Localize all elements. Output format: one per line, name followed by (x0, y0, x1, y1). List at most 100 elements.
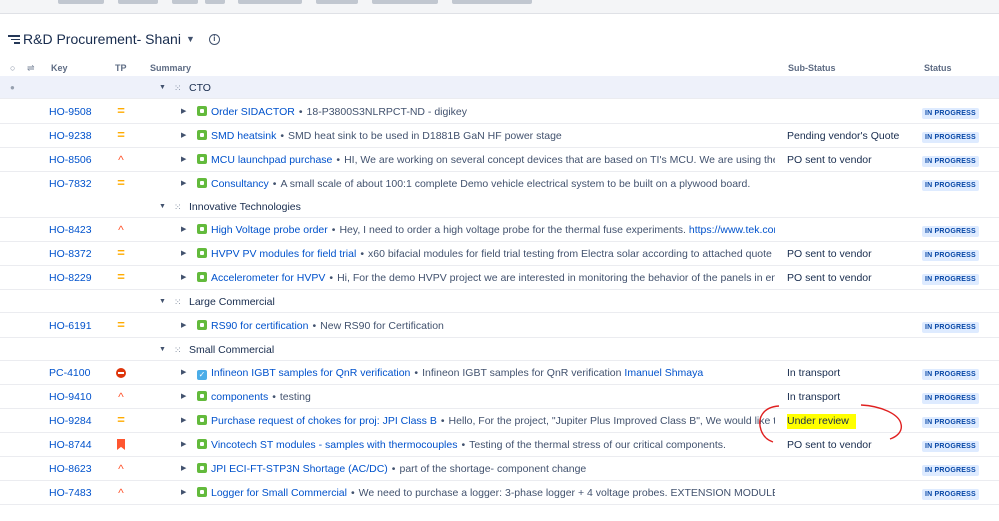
group-row[interactable]: ● ▼ ⁙ CTO (0, 76, 999, 99)
status-badge[interactable]: IN PROGRESS (922, 393, 979, 404)
toolbar-tab[interactable] (58, 0, 104, 4)
status-badge[interactable]: IN PROGRESS (922, 108, 979, 119)
issue-title-link[interactable]: Infineon IGBT samples for QnR verificati… (211, 367, 410, 379)
issue-title-link[interactable]: SMD heatsink (211, 130, 276, 142)
sub-status[interactable] (787, 314, 917, 338)
table-row[interactable]: HO-6191 = ▶ RS90 for certification • New RS90… (0, 314, 999, 338)
issue-key-link[interactable]: HO-9410 (49, 385, 109, 409)
drag-handle-icon[interactable]: ⁙ (174, 76, 184, 100)
column-header-key[interactable]: Key (51, 63, 68, 75)
description-link[interactable]: https://www.tek.com/e (689, 224, 775, 236)
status-badge[interactable]: IN PROGRESS (922, 489, 979, 500)
link-icon[interactable]: ⇌ (27, 63, 35, 74)
row-select-dot[interactable]: ● (10, 76, 16, 100)
group-row[interactable]: ▼ ⁙ Small Commercial (0, 338, 999, 361)
issue-key-link[interactable]: HO-7483 (49, 481, 109, 505)
table-row[interactable]: HO-7483 ^ ▶ Logger for Small Commercial • We … (0, 481, 999, 505)
toolbar-tab[interactable] (205, 0, 225, 4)
status-cell[interactable]: IN PROGRESS (922, 148, 992, 172)
toolbar-tab[interactable] (316, 0, 358, 4)
issue-key-link[interactable]: HO-8744 (49, 433, 109, 457)
status-cell[interactable]: IN PROGRESS (922, 385, 992, 409)
issue-title-link[interactable]: Consultancy (211, 178, 269, 190)
issue-key-link[interactable]: HO-8229 (49, 266, 109, 290)
drag-handle-icon[interactable]: ⁙ (174, 195, 184, 219)
status-badge[interactable]: IN PROGRESS (922, 132, 979, 143)
chevron-right-icon[interactable]: ▶ (181, 361, 189, 385)
sub-status[interactable] (787, 172, 917, 196)
status-cell[interactable]: IN PROGRESS (922, 266, 992, 290)
status-cell[interactable]: IN PROGRESS (922, 100, 992, 124)
status-badge[interactable]: IN PROGRESS (922, 250, 979, 261)
issue-key-link[interactable]: HO-9284 (49, 409, 109, 433)
sub-status[interactable]: Pending vendor's Quote (787, 124, 917, 148)
table-row[interactable]: PC-4100 ▶ ✓ Infineon IGBT samples for QnR v… (0, 361, 999, 385)
issue-key-link[interactable]: HO-8423 (49, 218, 109, 242)
table-row[interactable]: HO-8229 = ▶ Accelerometer for HVPV • Hi, For … (0, 266, 999, 290)
issue-key-link[interactable]: HO-9238 (49, 124, 109, 148)
sub-status[interactable] (787, 457, 917, 481)
sub-status[interactable] (787, 100, 917, 124)
chevron-right-icon[interactable]: ▶ (181, 100, 189, 124)
toolbar-tab[interactable] (172, 0, 198, 4)
issue-title-link[interactable]: components (211, 391, 268, 403)
chevron-right-icon[interactable]: ▶ (181, 409, 189, 433)
issue-key-link[interactable]: HO-6191 (49, 314, 109, 338)
status-badge[interactable]: IN PROGRESS (922, 274, 979, 285)
issue-title-link[interactable]: Logger for Small Commercial (211, 487, 347, 499)
chevron-right-icon[interactable]: ▶ (181, 172, 189, 196)
status-cell[interactable]: IN PROGRESS (922, 172, 992, 196)
chevron-right-icon[interactable]: ▶ (181, 385, 189, 409)
chevron-down-icon[interactable]: ▼ (186, 34, 195, 44)
issue-title-link[interactable]: Order SIDACTOR (211, 106, 295, 118)
chevron-right-icon[interactable]: ▶ (181, 433, 189, 457)
issue-title-link[interactable]: Accelerometer for HVPV (211, 272, 325, 284)
issue-key-link[interactable]: HO-8506 (49, 148, 109, 172)
status-cell[interactable]: IN PROGRESS (922, 481, 992, 505)
status-cell[interactable]: IN PROGRESS (922, 409, 992, 433)
column-header-substatus[interactable]: Sub-Status (788, 63, 836, 75)
sub-status[interactable]: PO sent to vendor (787, 433, 917, 457)
column-header-tp[interactable]: TP (115, 63, 127, 75)
chevron-right-icon[interactable]: ▶ (181, 266, 189, 290)
table-row[interactable]: HO-8423 ^ ▶ High Voltage probe order • Hey, I… (0, 218, 999, 242)
chevron-right-icon[interactable]: ▶ (181, 148, 189, 172)
status-cell[interactable]: IN PROGRESS (922, 457, 992, 481)
status-cell[interactable]: IN PROGRESS (922, 361, 992, 385)
board-title[interactable]: R&D Procurement- Shani (23, 31, 181, 47)
status-badge[interactable]: IN PROGRESS (922, 156, 979, 167)
sub-status[interactable]: In transport (787, 361, 917, 385)
sub-status[interactable]: PO sent to vendor (787, 242, 917, 266)
chevron-down-icon[interactable]: ▼ (159, 76, 169, 100)
issue-key-link[interactable]: HO-9508 (49, 100, 109, 124)
drag-handle-icon[interactable]: ⁙ (174, 290, 184, 314)
sub-status[interactable]: In transport (787, 385, 917, 409)
group-row[interactable]: ▼ ⁙ Large Commercial (0, 290, 999, 313)
issue-key-link[interactable]: HO-8372 (49, 242, 109, 266)
status-badge[interactable]: IN PROGRESS (922, 226, 979, 237)
column-header-summary[interactable]: Summary (150, 63, 191, 75)
table-row[interactable]: HO-9410 ^ ▶ components • testing In transport I… (0, 385, 999, 409)
chevron-right-icon[interactable]: ▶ (181, 124, 189, 148)
issue-title-link[interactable]: Vincotech ST modules - samples with ther… (211, 439, 457, 451)
issue-title-link[interactable]: HVPV PV modules for field trial (211, 248, 356, 260)
status-cell[interactable]: IN PROGRESS (922, 314, 992, 338)
chevron-right-icon[interactable]: ▶ (181, 242, 189, 266)
issue-title-link[interactable]: Purchase request of chokes for proj: JPI… (211, 415, 437, 427)
table-row[interactable]: HO-8506 ^ ▶ MCU launchpad purchase • HI, We a… (0, 148, 999, 172)
status-badge[interactable]: IN PROGRESS (922, 465, 979, 476)
chevron-right-icon[interactable]: ▶ (181, 314, 189, 338)
group-row[interactable]: ▼ ⁙ Innovative Technologies (0, 195, 999, 218)
table-row[interactable]: HO-8744 ▶ Vincotech ST modules - samples w… (0, 433, 999, 457)
status-badge[interactable]: IN PROGRESS (922, 180, 979, 191)
table-row[interactable]: HO-8372 = ▶ HVPV PV modules for field trial… (0, 242, 999, 266)
user-mention-link[interactable]: Imanuel Shmaya (624, 367, 703, 379)
select-all-icon[interactable]: ○ (10, 63, 15, 73)
column-header-status[interactable]: Status (924, 63, 952, 75)
status-badge[interactable]: IN PROGRESS (922, 417, 979, 428)
issue-title-link[interactable]: RS90 for certification (211, 320, 308, 332)
table-row[interactable]: HO-7832 = ▶ Consultancy • A small scale of ab… (0, 172, 999, 196)
sub-status[interactable] (787, 481, 917, 505)
info-icon[interactable]: i (208, 33, 220, 45)
toolbar-tab[interactable] (238, 0, 302, 4)
